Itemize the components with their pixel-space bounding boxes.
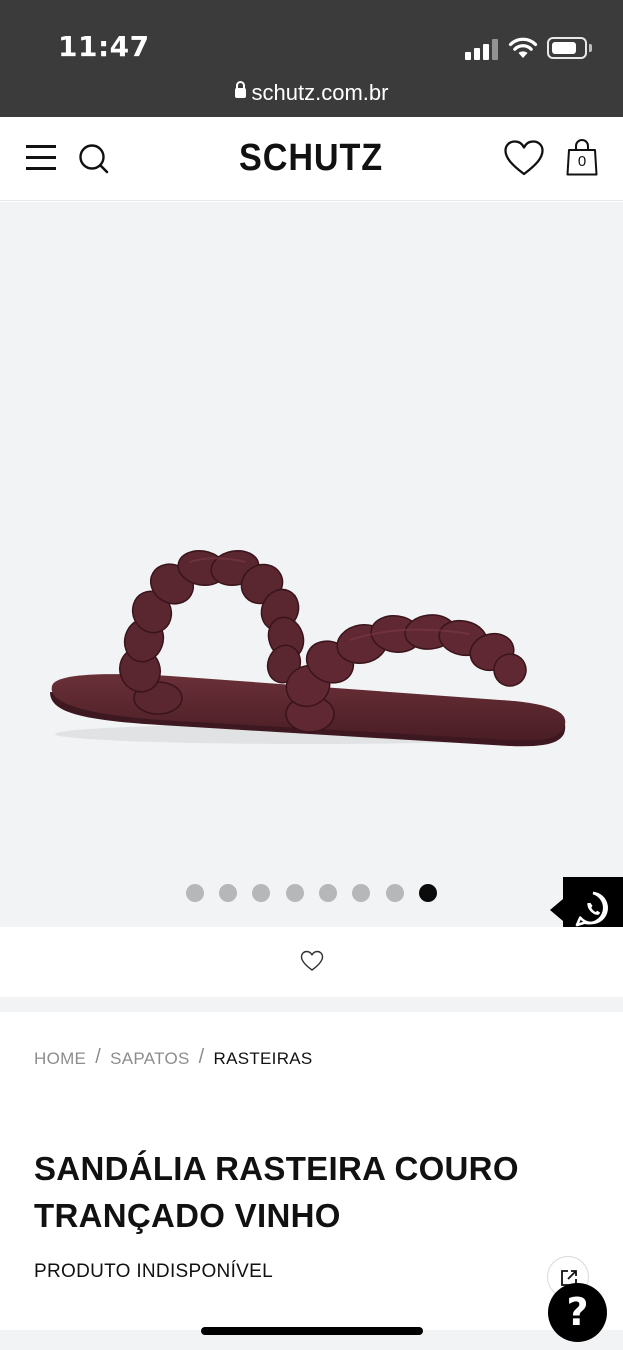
gallery-dot[interactable] [319, 884, 337, 902]
breadcrumb-home[interactable]: HOME [34, 1049, 86, 1068]
breadcrumb-sapatos[interactable]: SAPATOS [110, 1049, 190, 1068]
product-title: SANDÁLIA RASTEIRA COURO TRANÇADO VINHO [34, 1145, 554, 1239]
url-text: schutz.com.br [251, 80, 389, 105]
battery-tip [589, 44, 592, 52]
breadcrumb: HOME / SAPATOS / RASTEIRAS [34, 1046, 313, 1070]
breadcrumb-rasteiras: RASTEIRAS [213, 1049, 313, 1068]
wishlist-strip [0, 927, 623, 997]
gallery-dot[interactable] [186, 884, 204, 902]
gallery-dot[interactable] [219, 884, 237, 902]
bag-icon[interactable]: 0 [565, 137, 599, 177]
site-header: SCHUTZ 0 [0, 117, 623, 201]
lock-icon [234, 81, 246, 98]
product-title-line1: SANDÁLIA RASTEIRA COURO [34, 1150, 519, 1187]
gallery-dot[interactable] [386, 884, 404, 902]
brand-logo-text: SCHUTZ [239, 137, 384, 179]
url-bar[interactable]: schutz.com.br [0, 80, 623, 106]
status-bar: 11:47 schutz.com.br [0, 0, 623, 117]
signal-icon [465, 38, 499, 60]
product-title-line2: TRANÇADO VINHO [34, 1197, 341, 1234]
stock-status: PRODUTO INDISPONÍVEL [34, 1261, 273, 1282]
status-time: 11:47 [58, 30, 150, 63]
breadcrumb-separator: / [198, 1046, 205, 1068]
heart-icon[interactable] [503, 139, 545, 177]
cart-count: 0 [577, 153, 587, 170]
section-divider [0, 997, 623, 1012]
battery-icon [547, 37, 587, 59]
wishlist-heart-icon[interactable] [300, 950, 324, 972]
home-indicator[interactable] [201, 1327, 423, 1335]
gallery-dot[interactable] [252, 884, 270, 902]
gallery-dot[interactable] [352, 884, 370, 902]
product-image[interactable] [40, 502, 580, 772]
product-gallery[interactable] [0, 202, 623, 927]
breadcrumb-separator: / [95, 1046, 102, 1068]
wifi-icon [508, 37, 538, 58]
gallery-dot[interactable] [286, 884, 304, 902]
gallery-dot-active[interactable] [419, 884, 437, 902]
help-button[interactable]: ? [548, 1283, 607, 1342]
